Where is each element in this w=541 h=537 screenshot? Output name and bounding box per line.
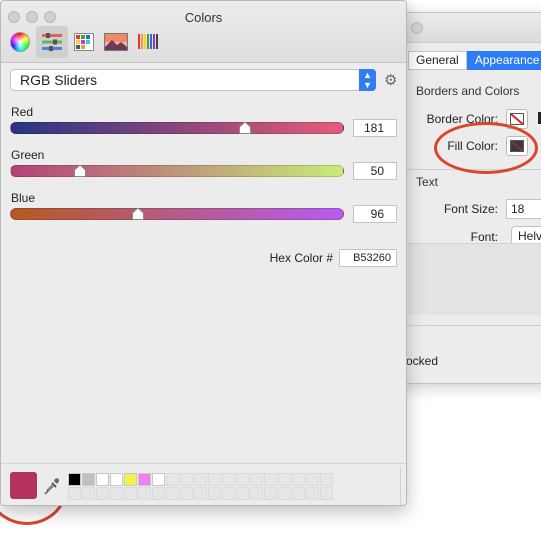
slider-mode-popup[interactable]: RGB Sliders ▲ ▼ — [10, 69, 376, 91]
blue-slider-thumb[interactable] — [132, 208, 145, 220]
red-value-field[interactable]: 181 — [353, 119, 397, 137]
blue-slider-track[interactable] — [10, 208, 344, 220]
inspector-titlebar — [396, 13, 541, 43]
blue-label: Blue — [11, 191, 36, 205]
red-slider-thumb[interactable] — [238, 122, 251, 134]
pencils-icon[interactable] — [132, 26, 164, 58]
image-palettes-icon[interactable] — [100, 26, 132, 58]
color-wheel-icon[interactable] — [4, 26, 36, 58]
color-swatch[interactable] — [166, 487, 179, 500]
color-swatch[interactable] — [180, 487, 193, 500]
color-swatch[interactable] — [194, 473, 207, 486]
locked-label: ocked — [406, 354, 439, 368]
color-swatch[interactable] — [208, 473, 221, 486]
green-value-field[interactable]: 50 — [353, 162, 397, 180]
color-swatch[interactable] — [68, 473, 81, 486]
blue-value-field[interactable]: 96 — [353, 205, 397, 223]
text-section-heading: Text — [416, 175, 439, 189]
tab-general[interactable]: General — [408, 51, 467, 70]
color-swatch[interactable] — [68, 487, 81, 500]
eyedropper-icon[interactable] — [44, 477, 60, 495]
color-swatch[interactable] — [292, 487, 305, 500]
inspector-panel-area — [408, 243, 541, 315]
inspector-window: General Appearance Borders and Colors Bo… — [395, 12, 541, 384]
color-swatch[interactable] — [292, 473, 305, 486]
hex-color-label: Hex Color # — [269, 251, 333, 265]
color-swatch[interactable] — [82, 473, 95, 486]
color-swatch[interactable] — [194, 487, 207, 500]
color-swatch[interactable] — [222, 473, 235, 486]
color-swatch[interactable] — [124, 487, 137, 500]
color-swatch[interactable] — [152, 473, 165, 486]
color-swatch[interactable] — [180, 473, 193, 486]
tab-appearance[interactable]: Appearance — [466, 51, 541, 70]
color-swatch[interactable] — [236, 473, 249, 486]
hex-color-field[interactable]: B53260 — [339, 249, 397, 267]
color-swatch[interactable] — [320, 473, 333, 486]
color-swatch[interactable] — [124, 473, 137, 486]
color-swatch[interactable] — [236, 487, 249, 500]
font-size-field[interactable]: 18 — [506, 199, 541, 219]
color-swatch[interactable] — [110, 473, 123, 486]
green-slider-track[interactable] — [10, 165, 344, 177]
color-palettes-icon[interactable] — [68, 26, 100, 58]
inspector-window-button[interactable] — [411, 22, 423, 34]
color-swatch[interactable] — [264, 487, 277, 500]
color-swatch[interactable] — [138, 473, 151, 486]
color-swatch[interactable] — [110, 487, 123, 500]
borders-and-colors-heading: Borders and Colors — [416, 84, 520, 98]
color-swatch[interactable] — [306, 487, 319, 500]
color-swatch[interactable] — [152, 487, 165, 500]
color-swatch[interactable] — [96, 473, 109, 486]
color-swatch[interactable] — [222, 487, 235, 500]
section-divider — [396, 325, 541, 326]
colors-titlebar: Colors — [1, 1, 406, 63]
colors-panel-title: Colors — [184, 10, 223, 25]
colors-panel: Colors RGB Sliders ▲ ▼ ⚙ Red 181 Green 5… — [0, 0, 407, 506]
color-swatch-grid — [68, 473, 333, 500]
color-swatch[interactable] — [208, 487, 221, 500]
swatch-resize-handle[interactable] — [400, 466, 404, 505]
color-swatch[interactable] — [278, 473, 291, 486]
color-swatch[interactable] — [250, 487, 263, 500]
color-swatch[interactable] — [264, 473, 277, 486]
red-slider-track[interactable] — [10, 122, 344, 134]
green-slider-thumb[interactable] — [74, 165, 87, 177]
color-swatch[interactable] — [96, 487, 109, 500]
fill-color-annotation-circle — [434, 122, 538, 174]
current-color-well[interactable] — [10, 472, 37, 499]
color-sliders-icon[interactable] — [36, 26, 68, 58]
red-label: Red — [11, 105, 34, 119]
color-swatch[interactable] — [320, 487, 333, 500]
green-label: Green — [11, 148, 45, 162]
chevron-up-down-icon: ▲ ▼ — [359, 69, 376, 91]
border-color-swatch — [510, 113, 524, 125]
gear-icon[interactable]: ⚙ — [384, 71, 397, 89]
slider-mode-label: RGB Sliders — [20, 72, 98, 88]
color-swatch[interactable] — [306, 473, 319, 486]
color-swatch[interactable] — [138, 487, 151, 500]
color-swatch[interactable] — [166, 473, 179, 486]
inspector-tabs: General Appearance — [408, 51, 541, 70]
color-swatch[interactable] — [250, 473, 263, 486]
color-swatch[interactable] — [82, 487, 95, 500]
color-swatch[interactable] — [278, 487, 291, 500]
